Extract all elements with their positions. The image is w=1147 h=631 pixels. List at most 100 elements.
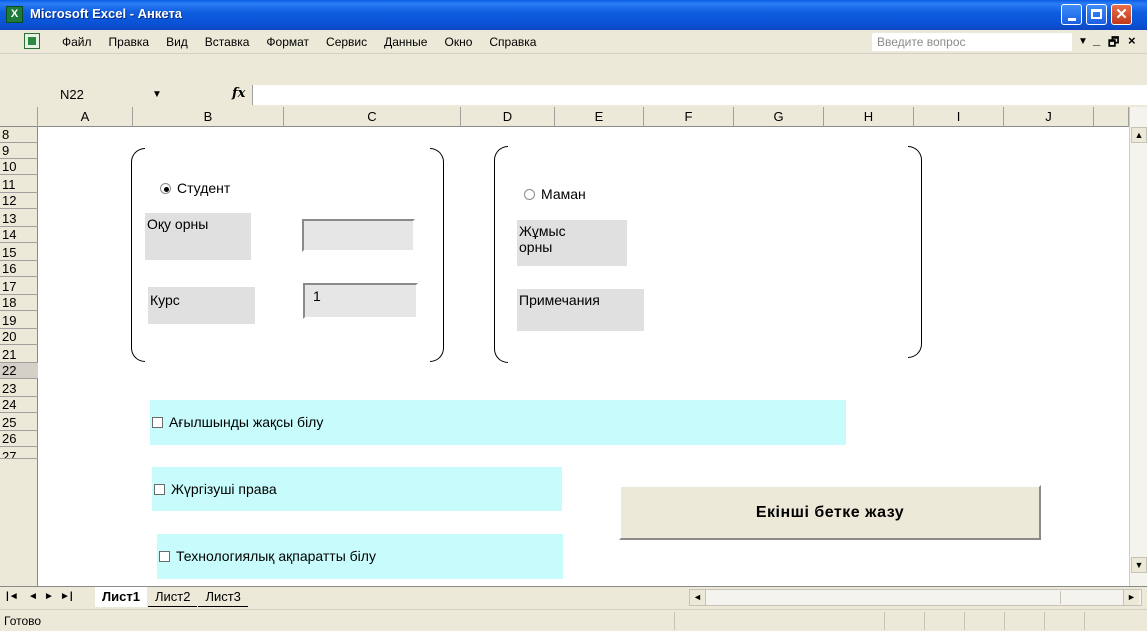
row-header-cell[interactable]: 19 bbox=[0, 313, 38, 329]
scroll-thumb[interactable] bbox=[1131, 143, 1147, 547]
row-header-cell[interactable]: 11 bbox=[0, 177, 38, 193]
column-j[interactable]: J bbox=[1004, 107, 1094, 127]
fx-icon[interactable]: fx bbox=[232, 86, 245, 101]
menu-data[interactable]: Данные bbox=[384, 35, 427, 49]
student-group-right-bracket bbox=[430, 148, 444, 362]
name-box[interactable]: N22 bbox=[60, 87, 84, 102]
write-second-page-button[interactable]: Екінші бетке жазу bbox=[619, 485, 1041, 540]
scroll-right-icon[interactable]: ► bbox=[1123, 590, 1139, 605]
next-sheet-icon[interactable]: ► bbox=[44, 591, 54, 602]
column-k[interactable] bbox=[1094, 107, 1129, 127]
status-cell bbox=[884, 612, 924, 630]
close-icon: ✕ bbox=[1115, 6, 1128, 23]
work-place-label: Жұмыс орны bbox=[517, 220, 627, 266]
row-header-cell[interactable]: 9 bbox=[0, 143, 38, 159]
row-header-cell[interactable]: 26 bbox=[0, 431, 38, 447]
status-cell bbox=[924, 612, 964, 630]
doc-minimize-icon[interactable]: _ bbox=[1093, 32, 1100, 47]
course-label: Курс bbox=[148, 287, 255, 324]
row-header-cell[interactable]: 10 bbox=[0, 159, 38, 175]
help-question-input[interactable]: Введите вопрос bbox=[872, 33, 1072, 51]
scroll-up-icon[interactable]: ▲ bbox=[1131, 127, 1147, 143]
column-g[interactable]: G bbox=[734, 107, 824, 127]
row-header-cell[interactable]: 14 bbox=[0, 227, 38, 243]
status-cell bbox=[1084, 612, 1124, 630]
menu-tools[interactable]: Сервис bbox=[326, 35, 367, 49]
radio-unselected-icon bbox=[524, 189, 535, 200]
menu-insert[interactable]: Вставка bbox=[205, 35, 250, 49]
column-a[interactable]: A bbox=[38, 107, 133, 127]
row-header-cell[interactable]: 13 bbox=[0, 211, 38, 227]
column-d[interactable]: D bbox=[461, 107, 555, 127]
formula-input[interactable] bbox=[252, 85, 1147, 105]
minimize-button[interactable] bbox=[1061, 4, 1082, 25]
status-cell bbox=[1004, 612, 1044, 630]
status-bar: Готово bbox=[0, 609, 1147, 631]
specialist-radio-label: Маман bbox=[541, 186, 586, 202]
menu-view[interactable]: Вид bbox=[166, 35, 188, 49]
workbook-icon[interactable] bbox=[24, 33, 40, 49]
row-header-cell[interactable]: 20 bbox=[0, 329, 38, 345]
title-bar[interactable]: X Microsoft Excel - Анкета ✕ bbox=[0, 0, 1147, 30]
sheet-tab-2[interactable]: Лист2 bbox=[147, 587, 198, 607]
close-button[interactable]: ✕ bbox=[1111, 4, 1132, 25]
first-sheet-icon[interactable]: |◄ bbox=[6, 591, 19, 602]
english-checkbox[interactable]: Ағылшынды жақсы білу bbox=[150, 400, 846, 445]
doc-restore-icon[interactable]: 🗗 bbox=[1108, 33, 1119, 54]
doc-close-icon[interactable]: × bbox=[1128, 33, 1136, 48]
column-i[interactable]: I bbox=[914, 107, 1004, 127]
menu-window[interactable]: Окно bbox=[444, 35, 472, 49]
it-checkbox[interactable]: Технологиялық ақпаратты білу bbox=[157, 534, 563, 579]
scroll-thumb[interactable] bbox=[708, 591, 1061, 604]
scroll-down-icon[interactable]: ▼ bbox=[1131, 557, 1147, 573]
status-cell bbox=[674, 612, 884, 630]
chevron-down-icon[interactable]: ▼ bbox=[152, 89, 162, 100]
menu-edit[interactable]: Правка bbox=[109, 35, 150, 49]
row-header-cell[interactable]: 27 bbox=[0, 449, 38, 459]
scroll-left-icon[interactable]: ◄ bbox=[690, 590, 706, 605]
row-header-cell-selected[interactable]: 22 bbox=[0, 363, 38, 379]
sheet-tab-3[interactable]: Лист3 bbox=[198, 587, 248, 607]
excel-icon[interactable]: X bbox=[6, 6, 23, 23]
last-sheet-icon[interactable]: ►| bbox=[60, 591, 73, 602]
menu-items: Файл Правка Вид Вставка Формат Сервис Да… bbox=[62, 35, 553, 49]
student-group-left-bracket bbox=[131, 148, 145, 362]
checkbox-icon bbox=[159, 551, 170, 562]
row-header-cell[interactable]: 21 bbox=[0, 347, 38, 363]
row-header-cell[interactable]: 12 bbox=[0, 193, 38, 209]
study-place-input[interactable] bbox=[302, 219, 415, 252]
prev-sheet-icon[interactable]: ◄ bbox=[28, 591, 38, 602]
license-checkbox[interactable]: Жүргізуші права bbox=[152, 467, 562, 511]
column-c[interactable]: C bbox=[284, 107, 461, 127]
maximize-icon bbox=[1091, 9, 1102, 19]
menu-help[interactable]: Справка bbox=[489, 35, 536, 49]
it-checkbox-label: Технологиялық ақпаратты білу bbox=[176, 548, 376, 564]
select-all-corner[interactable] bbox=[0, 107, 38, 127]
sheet-tabs: Лист1 Лист2 Лист3 bbox=[95, 587, 249, 607]
menu-file[interactable]: Файл bbox=[62, 35, 92, 49]
row-header-cell[interactable]: 8 bbox=[0, 127, 38, 143]
row-header-cell[interactable]: 15 bbox=[0, 245, 38, 261]
column-b[interactable]: B bbox=[133, 107, 284, 127]
menu-format[interactable]: Формат bbox=[266, 35, 309, 49]
row-header-cell[interactable]: 16 bbox=[0, 261, 38, 277]
course-input[interactable]: 1 bbox=[303, 283, 418, 319]
sheet-tab-1[interactable]: Лист1 bbox=[95, 587, 147, 607]
vertical-scrollbar[interactable]: ▲ ▼ bbox=[1129, 107, 1147, 586]
status-cell bbox=[1044, 612, 1084, 630]
maximize-button[interactable] bbox=[1086, 4, 1107, 25]
column-e[interactable]: E bbox=[555, 107, 644, 127]
column-h[interactable]: H bbox=[824, 107, 914, 127]
chevron-down-icon[interactable]: ▼ bbox=[1078, 36, 1088, 47]
row-header-cell[interactable]: 25 bbox=[0, 415, 38, 431]
student-radio[interactable]: Студент bbox=[160, 180, 230, 196]
row-header-cell[interactable]: 24 bbox=[0, 397, 38, 413]
specialist-group-left-bracket bbox=[494, 146, 508, 363]
row-header-cell[interactable]: 23 bbox=[0, 381, 38, 397]
license-checkbox-label: Жүргізуші права bbox=[171, 481, 277, 497]
horizontal-scrollbar[interactable]: ◄ ► bbox=[689, 589, 1142, 606]
row-header-cell[interactable]: 18 bbox=[0, 295, 38, 311]
specialist-radio[interactable]: Маман bbox=[524, 186, 586, 202]
column-f[interactable]: F bbox=[644, 107, 734, 127]
row-header-cell[interactable]: 17 bbox=[0, 279, 38, 295]
